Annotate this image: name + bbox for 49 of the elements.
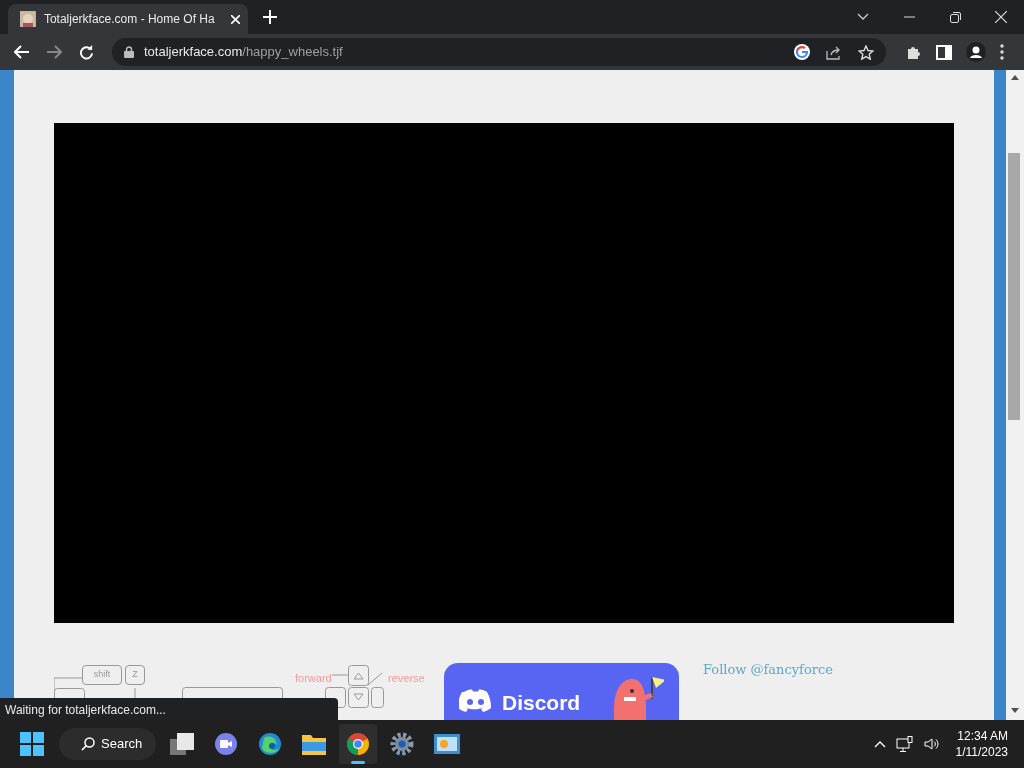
tab-title: Totaljerkface.com - Home Of Ha [43, 11, 216, 28]
control-label: forward [295, 671, 332, 686]
discord-banner[interactable]: Discord [444, 663, 679, 720]
keyboard-key: Z [125, 665, 145, 685]
network-icon[interactable] [895, 735, 914, 753]
keyboard-key: shift [82, 665, 122, 685]
discord-logo-icon [459, 689, 492, 713]
chrome-icon [346, 732, 370, 756]
close-tab-icon[interactable] [231, 14, 240, 24]
scroll-down-icon[interactable] [1011, 708, 1019, 713]
side-panel-icon[interactable] [936, 44, 952, 60]
active-indicator [351, 761, 365, 764]
back-arrow-icon [14, 45, 30, 59]
discord-label: Discord [502, 690, 581, 716]
clock[interactable]: 12:34 AM 1/11/2023 [955, 728, 1008, 760]
chevron-down-icon [857, 13, 869, 21]
scroll-up-icon[interactable] [1011, 75, 1019, 80]
profile-icon[interactable] [966, 42, 986, 62]
lock-icon [124, 46, 134, 58]
favicon [20, 11, 36, 27]
plus-icon [263, 10, 277, 24]
status-bubble: Waiting for totaljerkface.com... [0, 698, 338, 720]
chevron-up-icon[interactable] [873, 740, 886, 748]
address-bar[interactable]: totaljerkface.com/happy_wheels.tjf [112, 38, 886, 66]
url-text: totaljerkface.com/happy_wheels.tjf [144, 43, 343, 62]
search-icon [81, 737, 95, 751]
edge-icon[interactable] [258, 732, 282, 756]
speaker-icon[interactable] [923, 737, 940, 751]
star-icon[interactable] [858, 44, 874, 60]
minimize-icon [903, 16, 915, 18]
gear-icon[interactable] [390, 732, 414, 756]
puzzle-icon[interactable] [906, 44, 922, 60]
restore-icon [949, 11, 961, 23]
menu-icon[interactable] [1000, 44, 1004, 60]
reload-icon [78, 44, 94, 60]
search-button[interactable]: Search [59, 728, 156, 760]
control-label: reverse [388, 671, 425, 686]
folder-icon[interactable] [302, 733, 326, 755]
share-icon[interactable] [826, 44, 842, 60]
start-icon[interactable] [20, 732, 44, 756]
forward-arrow-icon [46, 45, 62, 59]
browser-tab[interactable]: Totaljerkface.com - Home Of Ha [8, 4, 248, 34]
chrome-taskbar-button[interactable] [339, 724, 377, 764]
task-view-icon[interactable] [170, 733, 194, 755]
scrollbar-thumb[interactable] [1008, 153, 1020, 420]
video-chat-icon[interactable] [214, 732, 238, 756]
monitor-app-icon[interactable] [434, 734, 460, 754]
close-icon [995, 11, 1007, 23]
google-icon[interactable] [794, 44, 810, 60]
